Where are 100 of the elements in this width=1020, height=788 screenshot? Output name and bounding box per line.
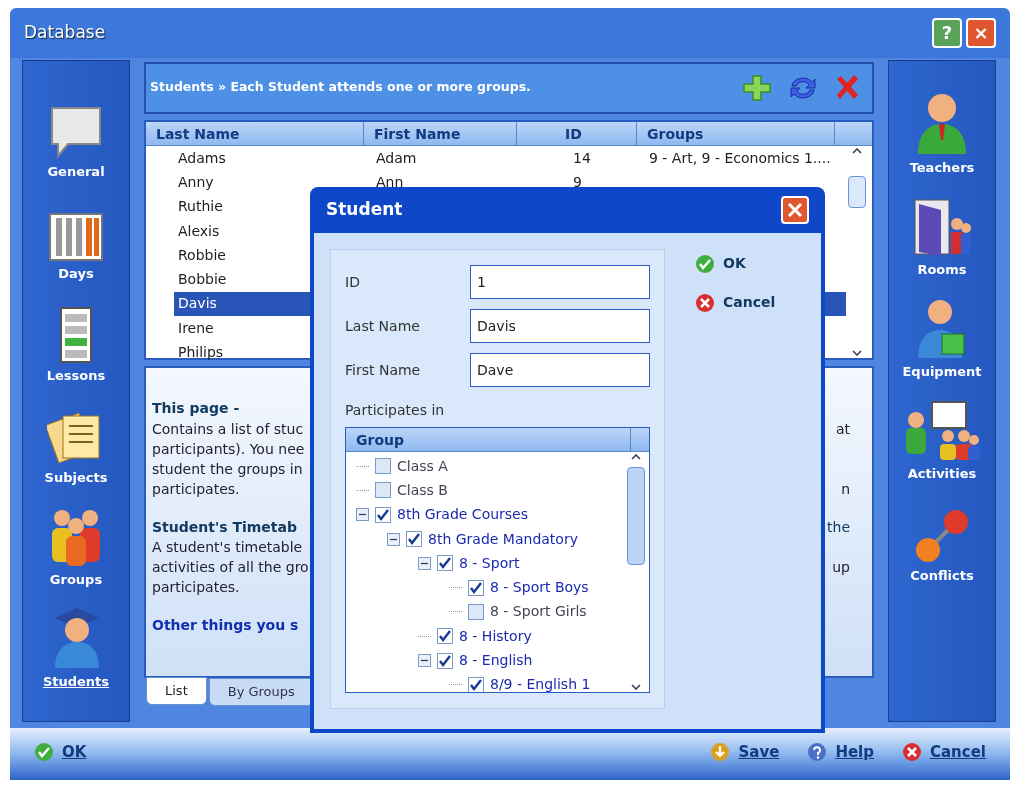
checkbox[interactable] bbox=[375, 482, 391, 499]
help-text: at bbox=[835, 420, 850, 439]
nav-item[interactable]: Teachers bbox=[909, 157, 975, 177]
help-text: student the groups in bbox=[152, 460, 303, 479]
tree-item[interactable]: Class B bbox=[397, 479, 448, 501]
scroll-up-icon[interactable] bbox=[631, 454, 641, 460]
table-row[interactable]: Adams Adam 14 9 - Art, 9 - Economics 1.... bbox=[174, 146, 846, 171]
help-text: participants). You nee bbox=[152, 440, 305, 459]
field-label: First Name bbox=[345, 360, 422, 380]
help-text: Contains a list of stuc bbox=[152, 420, 304, 439]
window-title: Database bbox=[24, 21, 106, 45]
checkbox[interactable] bbox=[375, 506, 391, 523]
help-text: the bbox=[827, 518, 850, 537]
tree-item[interactable]: 8 - Sport bbox=[459, 552, 520, 574]
footer-button[interactable]: Cancel bbox=[930, 740, 986, 764]
footer-button[interactable]: Help bbox=[835, 740, 874, 764]
footer-button[interactable]: OK bbox=[62, 740, 87, 764]
checkbox[interactable] bbox=[468, 676, 484, 692]
field-label: Last Name bbox=[345, 316, 421, 336]
scroll-down-icon[interactable] bbox=[631, 684, 641, 690]
help-text: activities of all the gro bbox=[152, 558, 309, 577]
table-cell: Alexis bbox=[178, 222, 220, 239]
help-heading: This page - bbox=[152, 399, 240, 418]
close-button[interactable] bbox=[781, 196, 809, 224]
dialog-button[interactable]: OK bbox=[723, 253, 746, 274]
input-field[interactable]: Davis bbox=[470, 309, 650, 343]
collapse-icon[interactable] bbox=[418, 654, 431, 667]
column-header[interactable]: ID bbox=[517, 122, 637, 145]
person-with-box-icon bbox=[916, 297, 968, 360]
table-cell: Adams bbox=[178, 149, 226, 166]
participates-label: Participates in bbox=[345, 401, 446, 420]
cancel-icon bbox=[695, 292, 715, 313]
tree-item[interactable]: 8/9 - English 1 bbox=[490, 674, 591, 692]
nav-item[interactable]: Lessons bbox=[46, 365, 106, 385]
help-text: participates. bbox=[152, 578, 240, 597]
nav-item[interactable]: Groups bbox=[49, 569, 103, 589]
tree-item[interactable]: 8th Grade Courses bbox=[397, 504, 529, 526]
table-cell: 9 - Art, 9 - Economics 1.... bbox=[649, 149, 831, 166]
checkbox[interactable] bbox=[375, 458, 391, 475]
help-heading: Student's Timetab bbox=[152, 518, 297, 537]
tree-item[interactable]: 8th Grade Mandatory bbox=[428, 528, 578, 550]
nav-item[interactable]: Days bbox=[58, 263, 94, 283]
tree-item[interactable]: 8 - English bbox=[459, 650, 533, 671]
help-icon bbox=[807, 742, 828, 762]
table-cell: Adam bbox=[376, 149, 417, 166]
table-cell: Ann bbox=[376, 173, 404, 190]
column-header[interactable]: Groups bbox=[637, 122, 835, 145]
tab[interactable]: List bbox=[146, 677, 207, 705]
help-text: up bbox=[832, 558, 850, 577]
table-cell: 9 bbox=[573, 173, 582, 190]
close-icon bbox=[787, 202, 803, 218]
tree-item[interactable]: 8 - Sport Boys bbox=[490, 577, 589, 599]
help-text: n bbox=[841, 480, 850, 499]
checkbox[interactable] bbox=[468, 603, 484, 620]
collapse-icon[interactable] bbox=[387, 532, 400, 546]
check-icon bbox=[34, 742, 54, 762]
tree-item[interactable]: 8 - Sport Girls bbox=[490, 601, 587, 623]
check-icon bbox=[695, 253, 715, 274]
refresh-icon[interactable] bbox=[788, 74, 818, 102]
columns-icon bbox=[48, 211, 104, 262]
column-header[interactable]: First Name bbox=[364, 122, 517, 145]
checkbox[interactable] bbox=[406, 531, 422, 548]
help-text: participates. bbox=[152, 480, 240, 499]
scroll-up-icon[interactable] bbox=[852, 148, 862, 154]
scroll-down-icon[interactable] bbox=[852, 350, 862, 356]
close-button[interactable]: × bbox=[966, 18, 996, 48]
stack-icon bbox=[59, 305, 93, 364]
collapse-icon[interactable] bbox=[356, 508, 369, 522]
input-field[interactable]: Dave bbox=[470, 353, 650, 387]
table-cell: Davis bbox=[178, 295, 217, 312]
save-icon bbox=[710, 742, 731, 762]
footer-button[interactable]: Save bbox=[738, 740, 780, 764]
nav-item[interactable]: Subjects bbox=[44, 467, 108, 487]
dialog-button[interactable]: Cancel bbox=[723, 292, 776, 313]
nav-item[interactable]: Rooms bbox=[917, 259, 967, 279]
column-header[interactable]: Last Name bbox=[146, 122, 364, 145]
tree-item[interactable]: Class A bbox=[397, 455, 448, 477]
nav-item[interactable]: General bbox=[47, 161, 105, 181]
tree-item[interactable]: 8 - History bbox=[459, 625, 532, 647]
input-field[interactable]: 1 bbox=[470, 265, 650, 299]
checkbox[interactable] bbox=[437, 555, 453, 572]
cancel-icon bbox=[902, 742, 922, 762]
header-text: Students » Each Student attends one or more groups. bbox=[150, 78, 531, 96]
nav-item[interactable]: Activities bbox=[907, 463, 977, 483]
table-cell: Philips bbox=[178, 344, 224, 360]
table-cell: Anny bbox=[178, 173, 214, 190]
checkbox[interactable] bbox=[437, 628, 453, 645]
scroll-thumb[interactable] bbox=[627, 467, 645, 565]
scroll-thumb[interactable] bbox=[848, 176, 866, 208]
table-cell: 14 bbox=[573, 149, 591, 166]
scrollbar[interactable] bbox=[625, 454, 647, 690]
checkbox[interactable] bbox=[437, 652, 453, 669]
checkbox[interactable] bbox=[468, 579, 484, 596]
pins-icon bbox=[914, 507, 970, 564]
nav-item[interactable]: Equipment bbox=[902, 361, 982, 381]
collapse-icon[interactable] bbox=[418, 556, 431, 570]
nav-item[interactable]: Students bbox=[42, 671, 110, 691]
scrollbar[interactable] bbox=[846, 148, 868, 356]
nav-item[interactable]: Conflicts bbox=[910, 565, 974, 585]
help-link[interactable]: Other things you s bbox=[152, 615, 299, 635]
